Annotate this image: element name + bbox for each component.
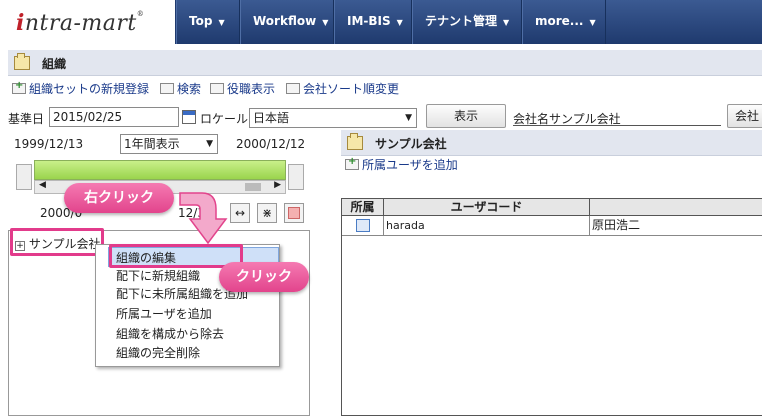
folder-icon [14, 53, 30, 70]
column-header-name[interactable] [590, 199, 762, 215]
company-button[interactable]: 会社 [727, 104, 762, 128]
nav-more[interactable]: more... ▼ [522, 0, 606, 44]
menu-item-delete-org[interactable]: 組織の完全削除 [116, 344, 200, 361]
right-click-highlight [10, 228, 104, 256]
nav-tenant-admin[interactable]: テナント管理 ▼ [412, 0, 522, 44]
calendar-icon[interactable] [182, 110, 196, 124]
intra-mart-logo[interactable]: intra-mart® [16, 10, 144, 36]
chevron-down-icon: ▼ [503, 18, 510, 27]
range-select[interactable]: 1年間表示 ▼ [120, 134, 218, 154]
folder-icon [347, 133, 363, 150]
column-header-affiliation[interactable]: 所属 [342, 199, 384, 215]
affiliation-cell [342, 216, 384, 235]
nav-top[interactable]: Top ▼ [176, 0, 240, 44]
nav-im-bis[interactable]: IM-BIS ▼ [334, 0, 412, 44]
chevron-down-icon: ▼ [322, 18, 329, 27]
menu-item-add-user[interactable]: 所属ユーザを追加 [116, 305, 212, 322]
stop-icon[interactable] [284, 203, 304, 223]
window-icon [210, 83, 224, 94]
column-header-user-code[interactable]: ユーザコード [384, 199, 590, 215]
dropdown-arrow-icon: ▼ [405, 113, 412, 123]
scroll-left-icon[interactable]: ◀ [39, 180, 46, 190]
new-org-set-link[interactable]: 組織セットの新規登録 [12, 80, 149, 97]
add-user-link[interactable]: 所属ユーザを追加 [345, 156, 458, 173]
timeline-end-date: 2000/12/12 [236, 137, 306, 151]
curved-arrow-icon [179, 192, 228, 245]
add-icon [12, 80, 26, 94]
collapse-icon[interactable]: ⋇ [257, 203, 277, 223]
user-icon [356, 219, 370, 232]
chevron-down-icon: ▼ [589, 18, 596, 27]
user-code-cell: harada [384, 216, 590, 235]
table-row[interactable]: harada 原田浩二 [342, 216, 762, 236]
window-icon [286, 83, 300, 94]
company-name-underline [513, 125, 721, 126]
nav-workflow[interactable]: Workflow ▼ [240, 0, 334, 44]
page-title: 組織 [42, 57, 67, 71]
table-header: 所属 ユーザコード [342, 199, 762, 216]
top-nav-bar: intra-mart® Top ▼ Workflow ▼ IM-BIS ▼ テナント管… [0, 0, 762, 44]
show-positions-link[interactable]: 役職表示 [210, 80, 275, 97]
right-click-callout: 右クリック [64, 183, 174, 213]
logo-area[interactable]: intra-mart® [0, 0, 176, 44]
timeline-start-date: 1999/12/13 [14, 137, 84, 151]
base-date-input[interactable]: 2015/02/25 [49, 107, 179, 127]
add-icon [345, 156, 359, 170]
menu-item-remove-org[interactable]: 組織を構成から除去 [116, 325, 224, 342]
detail-title: サンプル会社 [375, 137, 447, 151]
user-name-cell: 原田浩二 [592, 218, 641, 232]
chevron-down-icon: ▼ [218, 18, 225, 27]
company-sort-link[interactable]: 会社ソート順変更 [286, 80, 399, 97]
display-button[interactable]: 表示 [426, 104, 506, 128]
scroll-thumb[interactable] [245, 183, 261, 191]
user-table: 所属 ユーザコード harada 原田浩二 [341, 198, 762, 416]
base-date-label: 基準日 [8, 112, 45, 126]
menu-item-new-child-org[interactable]: 配下に新規組織 [116, 267, 200, 284]
click-callout: クリック [219, 262, 309, 292]
locale-label: ロケール [200, 112, 249, 126]
slider-left-handle[interactable] [16, 164, 32, 190]
search-link[interactable]: 検索 [160, 80, 201, 97]
window-icon [160, 83, 174, 94]
page-header: 組織 [8, 50, 762, 76]
company-name-value: サンプル会社 [549, 112, 621, 126]
chevron-down-icon: ▼ [396, 18, 403, 27]
red-square-icon [288, 207, 300, 219]
timeline-slider[interactable] [34, 160, 286, 180]
slider-right-handle[interactable] [288, 164, 304, 190]
locale-select[interactable]: 日本語 ▼ [249, 108, 417, 128]
scroll-right-icon[interactable]: ▶ [274, 180, 281, 190]
detail-header: サンプル会社 [341, 130, 762, 156]
dropdown-arrow-icon: ▼ [206, 139, 213, 149]
